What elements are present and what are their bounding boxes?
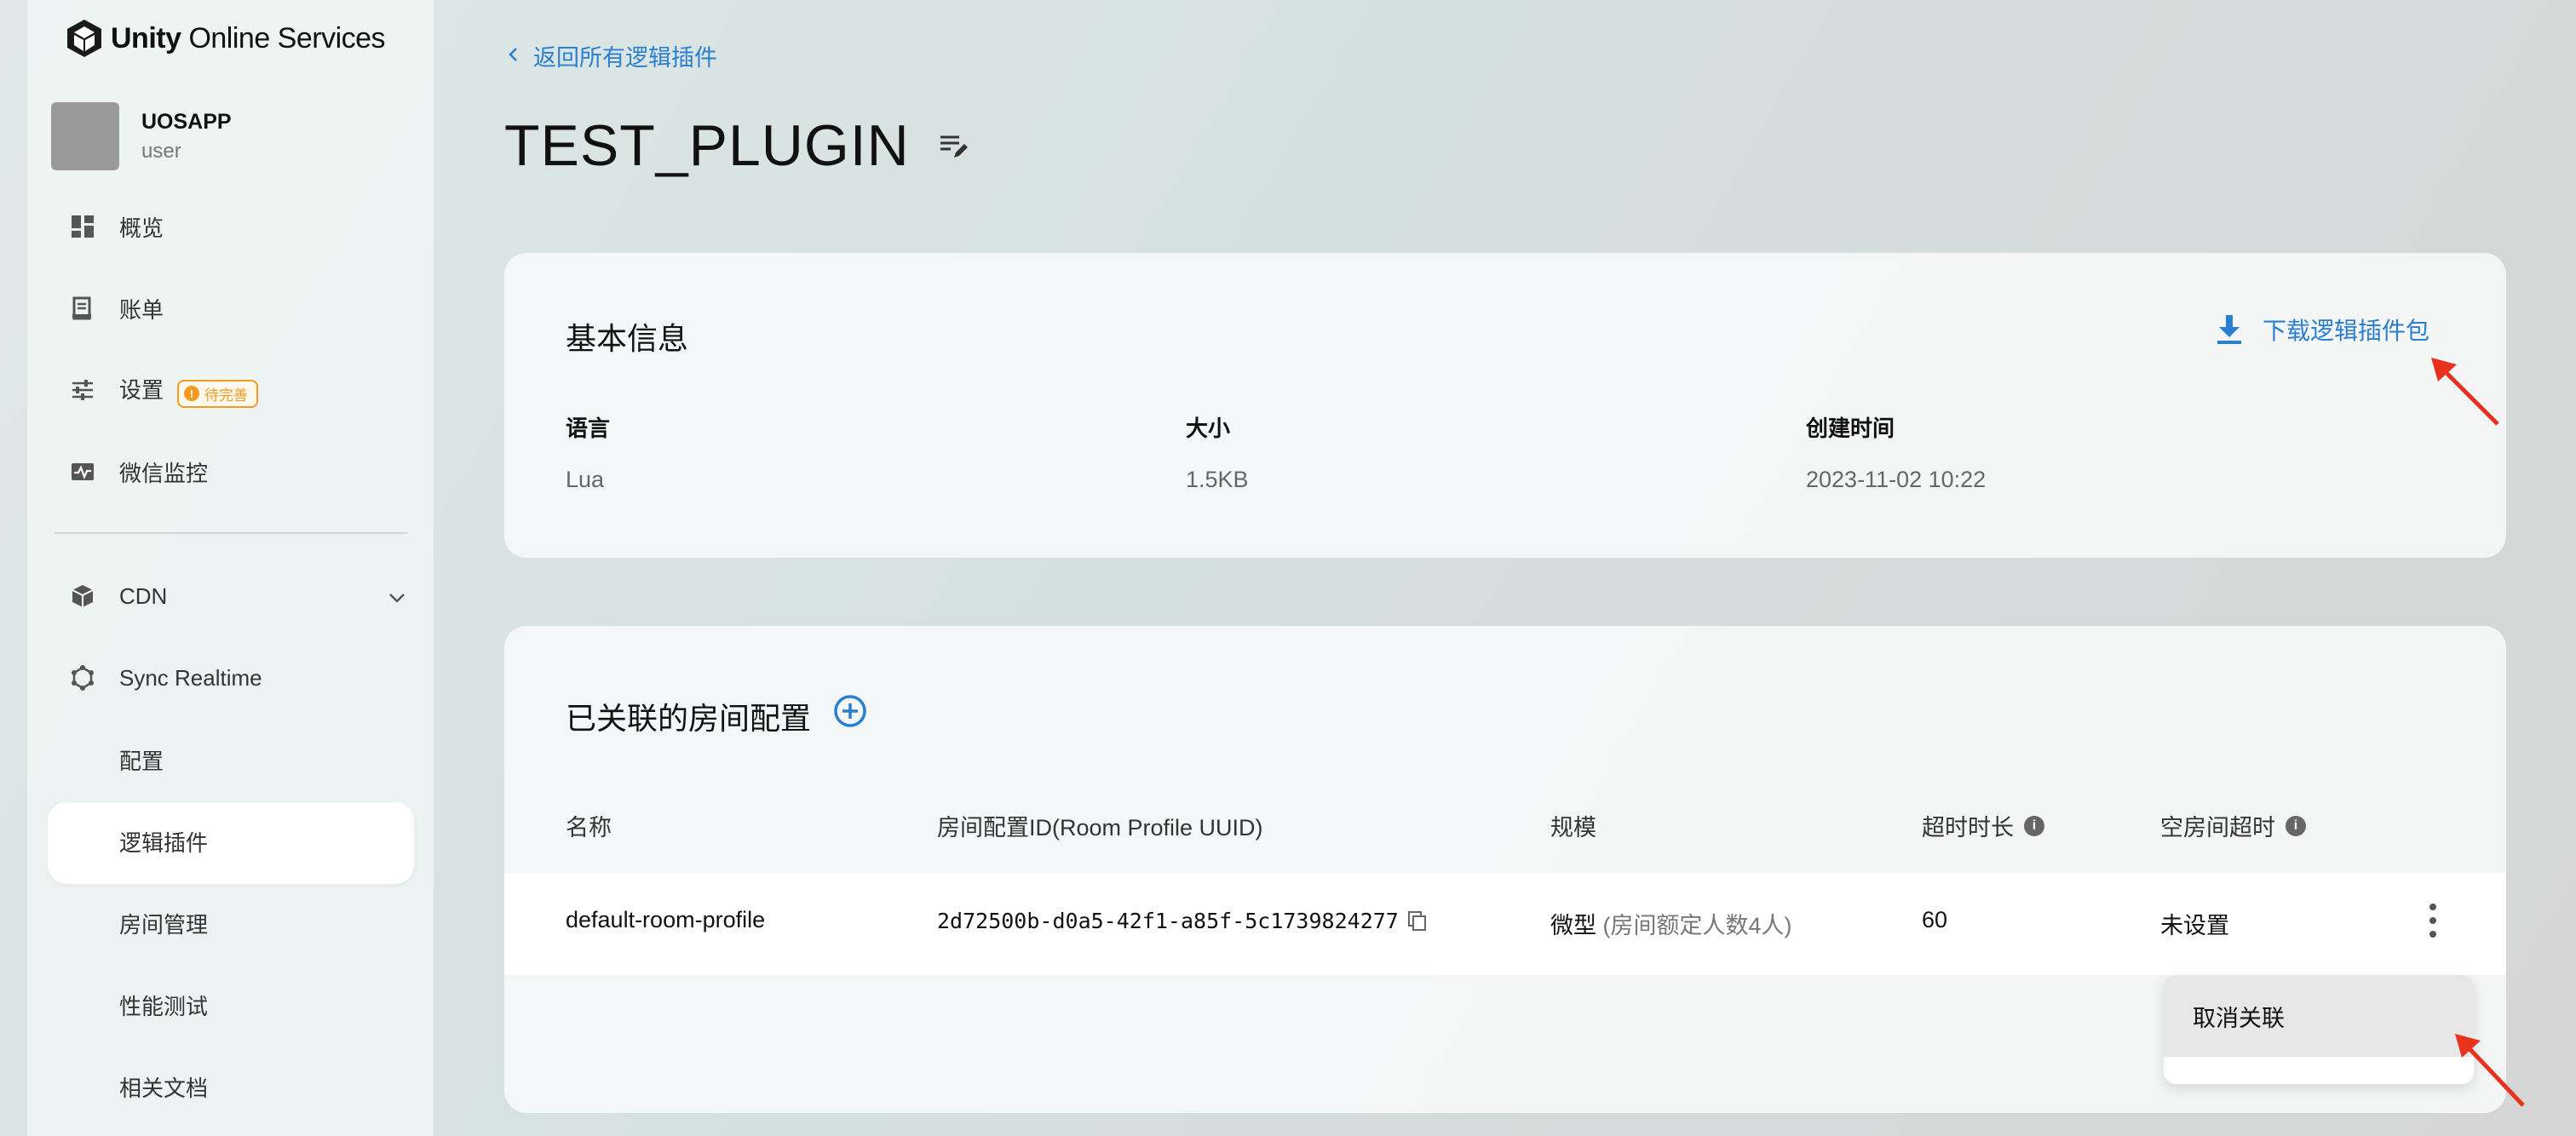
cdn-box-icon [68,582,97,611]
sidebar-item-settings[interactable]: 设置! 待完善 [27,351,434,429]
linked-title: 已关联的房间配置 [566,701,812,736]
status-badge: ! 待完善 [177,379,259,408]
avatar [51,102,119,170]
unlink-menu-item[interactable]: 取消关联 [2164,975,2474,1057]
info-icon: ! [184,386,200,401]
sidebar-item-label: CDN [119,582,168,609]
account-name: UOSAPP [141,109,232,134]
copy-icon[interactable] [1407,910,1428,932]
info-icon[interactable]: i [2286,815,2306,836]
info-language: 语言 Lua [566,411,610,493]
unlink-label: 取消关联 [2193,1005,2285,1031]
annotation-arrow-icon [2431,358,2499,426]
chevron-left-icon [508,45,518,67]
chevron-down-icon[interactable] [388,583,406,610]
cell-uuid: 2d72500b-d0a5-42f1-a85f-5c1739824277 [937,909,1428,933]
row-action-menu: 取消关联 [2164,975,2474,1084]
account-switcher[interactable]: UOSAPP user [51,102,232,170]
sidebar-item-wechat-monitor[interactable]: 微信监控 [27,433,434,511]
info-value: 2023-11-02 10:22 [1806,467,1987,492]
sidebar-item-config[interactable]: 配置 [27,720,434,799]
info-size: 大小 1.5KB [1186,411,1249,493]
cell-timeout: 60 [1922,907,1948,932]
basic-info-title: 基本信息 [566,321,689,356]
table-row[interactable]: default-room-profile 2d72500b-d0a5-42f1-… [504,873,2506,975]
info-value: Lua [566,467,605,492]
info-label: 创建时间 [1806,416,1895,441]
download-label: 下载逻辑插件包 [2262,318,2429,344]
info-icon[interactable]: i [2024,815,2044,836]
info-value: 1.5KB [1186,467,1249,492]
sidebar-item-billing[interactable]: 账单 [27,269,434,347]
sidebar-item-label: 相关文档 [119,1075,209,1101]
sidebar-item-overview[interactable]: 概览 [27,187,434,266]
column-header-uuid: 房间配置ID(Room Profile UUID) [937,815,1263,841]
download-icon [2217,315,2241,344]
add-circle-icon[interactable] [833,694,867,728]
back-link-label: 返回所有逻辑插件 [533,45,717,71]
edit-note-icon[interactable] [937,129,971,163]
sidebar-item-label: 配置 [119,748,164,774]
info-label: 语言 [566,416,611,441]
column-header-timeout: 超时时长 i [1922,809,2044,842]
sidebar-item-label: 逻辑插件 [119,829,209,856]
sync-hex-icon [68,663,97,692]
sidebar-item-room-management[interactable]: 房间管理 [27,884,434,962]
back-link[interactable]: 返回所有逻辑插件 [508,39,717,72]
unity-logo[interactable]: Unity Online Services [63,17,386,60]
sidebar-divider [55,532,407,534]
annotation-arrow-icon [2455,1034,2525,1107]
sidebar-item-docs[interactable]: 相关文档 [27,1047,434,1126]
receipt-icon [68,294,97,323]
dashboard-icon [68,212,97,241]
download-plugin-button[interactable]: 下载逻辑插件包 [2215,313,2429,347]
sidebar-item-label: 设置! 待完善 [119,373,259,408]
basic-info-card: 基本信息 下载逻辑插件包 语言 Lua 大小 1.5KB 创建时间 2023-1… [504,253,2506,558]
cell-scale: 微型 (房间额定人数4人) [1550,913,1792,938]
sidebar-item-label: 房间管理 [119,911,209,938]
page-title: TEST_PLUGIN [504,112,971,179]
sidebar-item-label: 概览 [119,215,164,241]
sidebar-item-performance-test[interactable]: 性能测试 [27,966,434,1044]
brand-name: Unity Online Services [111,21,386,55]
unity-cube-icon [67,20,101,57]
sidebar-item-label: 账单 [119,296,164,323]
sidebar-item-label: Sync Realtime [119,664,262,691]
sidebar-item-label: 微信监控 [119,460,209,486]
cell-name: default-room-profile [566,907,766,932]
sidebar: Unity Online Services UOSAPP user 概览 账单 … [27,0,434,1136]
column-header-empty-timeout: 空房间超时 i [2160,809,2306,842]
monitor-pulse-icon [68,457,97,486]
sidebar-item-cdn[interactable]: CDN [27,557,434,635]
sliders-icon [68,376,97,404]
column-header-name: 名称 [566,815,612,841]
info-label: 大小 [1186,416,1231,441]
cell-empty-timeout: 未设置 [2160,913,2229,938]
column-header-scale: 规模 [1550,815,1596,841]
info-created: 创建时间 2023-11-02 10:22 [1806,411,1986,493]
sidebar-item-sync-realtime[interactable]: Sync Realtime [27,639,434,717]
more-vert-icon[interactable] [2428,904,2438,938]
page-title-text: TEST_PLUGIN [504,113,910,178]
sidebar-item-logic-plugins[interactable]: 逻辑插件 [27,802,434,881]
account-role: user [141,139,181,163]
linked-room-profiles-card: 已关联的房间配置 名称 房间配置ID(Room Profile UUID) 规模… [504,626,2506,1113]
sidebar-item-label: 性能测试 [119,993,209,1019]
